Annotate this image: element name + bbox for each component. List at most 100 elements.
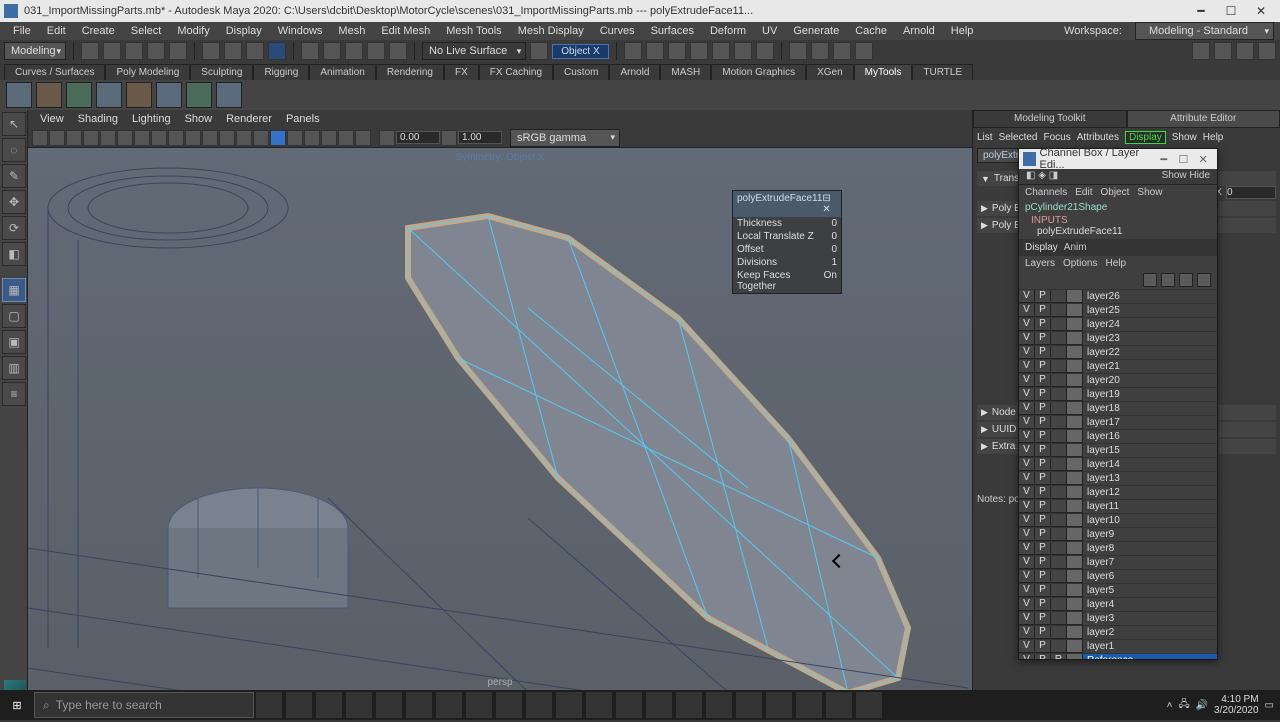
shelf-item-2[interactable] <box>36 82 62 108</box>
pi-time1-icon[interactable] <box>441 130 457 146</box>
pi-camera-icon[interactable] <box>32 130 48 146</box>
layer-row[interactable]: VPlayer4 <box>1019 597 1217 611</box>
ipm-close-icon[interactable]: ⊟ ✕ <box>822 193 837 215</box>
shelf-tab-sculpt[interactable]: Sculpting <box>190 64 253 80</box>
render-icon[interactable] <box>646 42 664 60</box>
menu-meshdisplay[interactable]: Mesh Display <box>511 25 591 37</box>
layer-row[interactable]: VPlayer22 <box>1019 345 1217 359</box>
tb-app-3[interactable] <box>346 692 372 718</box>
layer-row[interactable]: VPlayer6 <box>1019 569 1217 583</box>
renderview-icon[interactable] <box>690 42 708 60</box>
cbw-close[interactable]: ✕ <box>1193 153 1213 166</box>
pi-texture-icon[interactable] <box>185 130 201 146</box>
undo-icon[interactable] <box>147 42 165 60</box>
hypershade-icon[interactable] <box>734 42 752 60</box>
pi-bookmark-icon[interactable] <box>49 130 65 146</box>
menu-surfaces[interactable]: Surfaces <box>644 25 701 37</box>
ae-menu-selected[interactable]: Selected <box>999 132 1038 143</box>
livesurface-field[interactable]: No Live Surface <box>422 42 526 60</box>
tb-app-2[interactable] <box>316 692 342 718</box>
panel-menu-lighting[interactable]: Lighting <box>126 113 177 125</box>
outliner-toggle[interactable]: ≡ <box>2 382 26 406</box>
ae-menu-show[interactable]: Show <box>1172 132 1197 143</box>
ae-menu-display[interactable]: Display <box>1125 131 1166 144</box>
toggle-cb-icon[interactable] <box>1258 42 1276 60</box>
tb-app-15[interactable] <box>706 692 732 718</box>
paint-select-icon[interactable] <box>246 42 264 60</box>
lighteditor-icon[interactable] <box>756 42 774 60</box>
snap-plane-icon[interactable] <box>367 42 385 60</box>
pi-res-icon[interactable] <box>134 130 150 146</box>
panel-layout-3[interactable] <box>833 42 851 60</box>
toggle-mt-icon[interactable] <box>1192 42 1210 60</box>
shelf-tab-arnold[interactable]: Arnold <box>609 64 660 80</box>
layer-up-icon[interactable] <box>1161 273 1175 287</box>
tb-app-4[interactable] <box>376 692 402 718</box>
toggle-tool-icon[interactable] <box>1236 42 1254 60</box>
tray-overflow-icon[interactable]: ˄ <box>1167 700 1173 711</box>
menu-mesh[interactable]: Mesh <box>331 25 372 37</box>
taskbar-search[interactable]: ⌕ Type here to search <box>34 692 254 718</box>
layer-row[interactable]: VPlayer11 <box>1019 499 1217 513</box>
tb-app-12[interactable] <box>616 692 642 718</box>
layer-row[interactable]: VPlayer8 <box>1019 541 1217 555</box>
viewport[interactable]: Symmetry: Object X persp polyExtrudeFace… <box>28 148 972 692</box>
layer-row[interactable]: VPlayer2 <box>1019 625 1217 639</box>
layer-row[interactable]: VPlayer17 <box>1019 415 1217 429</box>
rendersettings-icon[interactable] <box>712 42 730 60</box>
move-tool[interactable]: ✥ <box>2 190 26 214</box>
layer-row[interactable]: VPlayer25 <box>1019 303 1217 317</box>
panel-menu-renderer[interactable]: Renderer <box>220 113 278 125</box>
menu-modify[interactable]: Modify <box>170 25 216 37</box>
menu-deform[interactable]: Deform <box>703 25 753 37</box>
panel-menu-panels[interactable]: Panels <box>280 113 326 125</box>
layer-row[interactable]: VPlayer21 <box>1019 359 1217 373</box>
sym-toggle-icon[interactable] <box>530 42 548 60</box>
snap-curve-icon[interactable] <box>323 42 341 60</box>
cbw-display-tab[interactable]: Display <box>1025 242 1058 253</box>
pi-ao-icon[interactable] <box>236 130 252 146</box>
taskview-icon[interactable] <box>256 692 282 718</box>
channel-box-window[interactable]: Channel Box / Layer Edi... ━ ☐ ✕ ◧ ◈ ◨ S… <box>1018 148 1218 660</box>
pi-shadow-icon[interactable] <box>219 130 235 146</box>
pi-image-icon[interactable] <box>66 130 82 146</box>
timerange-start[interactable]: 0.00 <box>396 131 440 144</box>
menu-uv[interactable]: UV <box>755 25 784 37</box>
menu-cache[interactable]: Cache <box>848 25 894 37</box>
file-new-icon[interactable] <box>81 42 99 60</box>
tb-app-1[interactable] <box>286 692 312 718</box>
pi-view-icon[interactable] <box>355 130 371 146</box>
menu-windows[interactable]: Windows <box>271 25 330 37</box>
cbw-input-node[interactable]: polyExtrudeFace11 <box>1031 226 1211 237</box>
lasso-icon[interactable] <box>224 42 242 60</box>
shelf-item-8[interactable] <box>216 82 242 108</box>
panel-menu-view[interactable]: View <box>34 113 70 125</box>
pi-gate-icon[interactable] <box>117 130 133 146</box>
tb-app-19[interactable] <box>826 692 852 718</box>
panel-layout-4[interactable] <box>855 42 873 60</box>
layer-row[interactable]: VPlayer12 <box>1019 485 1217 499</box>
paint-tool[interactable]: ✎ <box>2 164 26 188</box>
pi-gamma-icon[interactable] <box>338 130 354 146</box>
taskbar-clock[interactable]: 4:10 PM 3/20/2020 <box>1214 694 1259 716</box>
tb-app-20[interactable] <box>856 692 882 718</box>
close-button[interactable]: ✕ <box>1246 0 1276 22</box>
tb-app-6[interactable] <box>436 692 462 718</box>
menu-generate[interactable]: Generate <box>786 25 846 37</box>
layer-row[interactable]: VPlayer9 <box>1019 527 1217 541</box>
tb-app-18[interactable] <box>796 692 822 718</box>
cbw-menu-edit[interactable]: Edit <box>1075 187 1092 198</box>
layer-row[interactable]: VPlayer19 <box>1019 387 1217 401</box>
tb-app-7[interactable] <box>466 692 492 718</box>
cbw-options-menu[interactable]: Options <box>1063 258 1097 269</box>
layer-new-icon[interactable] <box>1143 273 1157 287</box>
shelf-item-6[interactable] <box>156 82 182 108</box>
cbw-menu-object[interactable]: Object <box>1101 187 1130 198</box>
notification-icon[interactable]: ▭ <box>1265 700 1274 711</box>
shelf-item-4[interactable] <box>96 82 122 108</box>
layer-row[interactable]: VPlayer18 <box>1019 401 1217 415</box>
menu-select[interactable]: Select <box>124 25 169 37</box>
symmetry-mode[interactable]: Object X <box>552 44 608 59</box>
tab-modeling-toolkit[interactable]: Modeling Toolkit <box>973 110 1127 128</box>
layer-row[interactable]: VPlayer7 <box>1019 555 1217 569</box>
